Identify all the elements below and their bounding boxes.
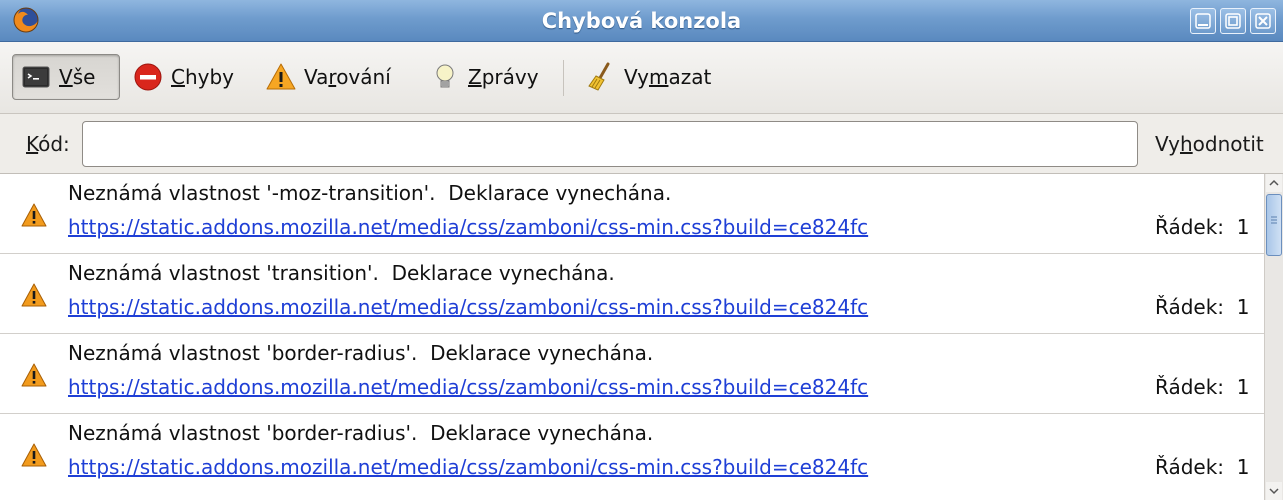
list-item[interactable]: Neznámá vlastnost 'transition'. Deklarac… (0, 254, 1264, 334)
filter-warnings-button[interactable]: Varování (258, 54, 418, 100)
filter-errors-button[interactable]: Chyby (125, 54, 255, 100)
message-list: Neznámá vlastnost '-moz-transition'. Dek… (0, 174, 1264, 500)
scrollbar-thumb[interactable] (1266, 194, 1282, 256)
maximize-button[interactable] (1220, 8, 1246, 34)
scrollbar[interactable] (1264, 174, 1283, 500)
filter-all-button[interactable]: Vše (12, 54, 120, 100)
message-text: Neznámá vlastnost 'border-radius'. Dekla… (68, 341, 654, 365)
message-text: Neznámá vlastnost '-moz-transition'. Dek… (68, 181, 672, 205)
title-bar: Chybová konzola (0, 0, 1283, 42)
minimize-button[interactable] (1190, 8, 1216, 34)
clear-button[interactable]: Vymazat (578, 54, 728, 100)
lightbulb-icon (436, 64, 454, 88)
filter-messages-button[interactable]: Zprávy (422, 54, 557, 100)
source-link[interactable]: https://static.addons.mozilla.net/media/… (68, 375, 868, 399)
source-link[interactable]: https://static.addons.mozilla.net/media/… (68, 215, 868, 239)
chevron-up-icon (1269, 179, 1279, 186)
toolbar-separator (563, 60, 564, 96)
console-icon (22, 66, 50, 88)
warning-icon (21, 443, 47, 467)
message-text: Neznámá vlastnost 'border-radius'. Dekla… (68, 421, 654, 445)
line-number: Řádek: 1 (1155, 295, 1250, 319)
list-item[interactable]: Neznámá vlastnost 'border-radius'. Dekla… (0, 414, 1264, 500)
line-number: Řádek: 1 (1155, 375, 1250, 399)
code-label: Kód: (26, 132, 70, 156)
code-row: Kód: Vyhodnotit (0, 114, 1283, 174)
error-icon (134, 63, 162, 91)
list-item[interactable]: Neznámá vlastnost '-moz-transition'. Dek… (0, 174, 1264, 254)
scroll-up-button[interactable] (1266, 174, 1282, 192)
close-icon (1255, 13, 1271, 29)
window-title: Chybová konzola (541, 9, 742, 33)
line-number: Řádek: 1 (1155, 455, 1250, 479)
warning-icon (266, 63, 296, 90)
broom-icon (588, 62, 610, 91)
line-number: Řádek: 1 (1155, 215, 1250, 239)
scroll-down-button[interactable] (1266, 482, 1282, 500)
warning-icon (21, 283, 47, 307)
chevron-down-icon (1269, 488, 1279, 495)
warning-icon (21, 363, 47, 387)
list-item[interactable]: Neznámá vlastnost 'border-radius'. Dekla… (0, 334, 1264, 414)
evaluate-button[interactable]: Vyhodnotit (1155, 132, 1264, 156)
close-button[interactable] (1250, 8, 1276, 34)
source-link[interactable]: https://static.addons.mozilla.net/media/… (68, 455, 868, 479)
maximize-icon (1225, 13, 1241, 29)
toolbar: Vše Chyby Varování Zprávy Vymazat (0, 42, 1283, 114)
source-link[interactable]: https://static.addons.mozilla.net/media/… (68, 295, 868, 319)
code-input[interactable] (82, 121, 1138, 167)
warning-icon (21, 203, 47, 227)
message-text: Neznámá vlastnost 'transition'. Deklarac… (68, 261, 615, 285)
minimize-icon (1195, 13, 1211, 29)
grip-icon (1271, 216, 1277, 224)
